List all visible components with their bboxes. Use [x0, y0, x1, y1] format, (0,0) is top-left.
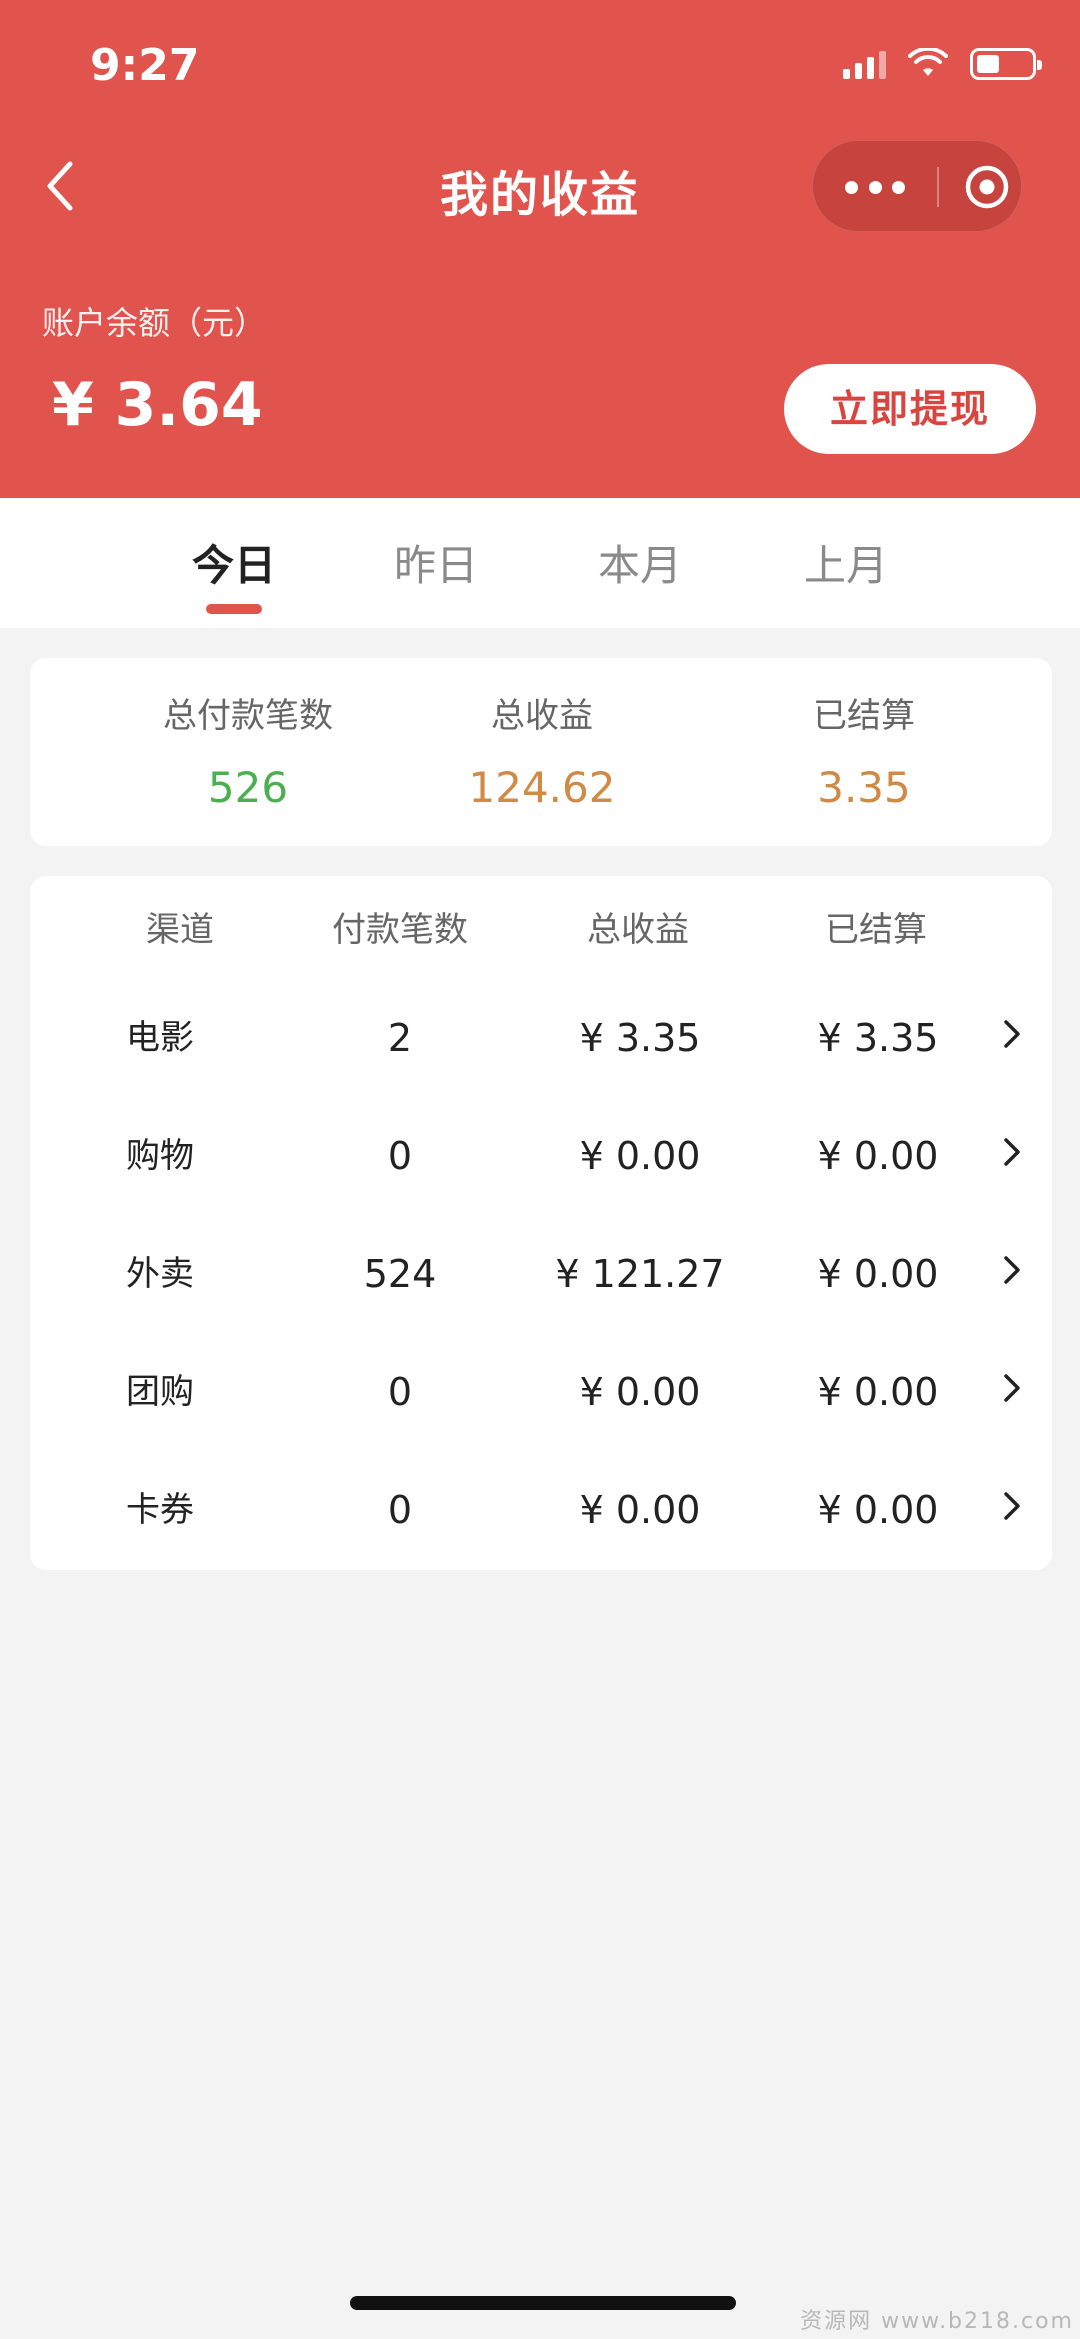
- period-tabs: 今日 昨日 本月 上月: [0, 498, 1080, 628]
- more-icon[interactable]: [845, 167, 905, 207]
- header: 9:27 我的收益 账户余额（元） ¥ 3.64 立即提现: [0, 0, 1080, 498]
- close-target-icon[interactable]: [963, 163, 1011, 211]
- signal-icon: [843, 49, 886, 79]
- wifi-icon: [908, 48, 948, 76]
- row-settled: ¥ 3.35: [817, 1016, 939, 1060]
- withdraw-button[interactable]: 立即提现: [784, 364, 1036, 454]
- table-row[interactable]: 购物 0 ¥ 0.00 ¥ 0.00: [30, 1134, 1052, 1252]
- summary-income-value: 124.62: [468, 763, 616, 812]
- row-income: ¥ 0.00: [579, 1370, 701, 1414]
- chevron-right-icon[interactable]: [1000, 1370, 1024, 1406]
- header-income: 总收益: [587, 910, 689, 950]
- row-payments: 524: [363, 1252, 437, 1296]
- tab-last-month[interactable]: 上月: [776, 532, 916, 593]
- row-payments: 0: [387, 1488, 413, 1532]
- summary-payments: 总付款笔数 526: [98, 688, 398, 812]
- table-row[interactable]: 团购 0 ¥ 0.00 ¥ 0.00: [30, 1370, 1052, 1488]
- row-income: ¥ 0.00: [579, 1488, 701, 1532]
- tab-today[interactable]: 今日: [164, 532, 304, 593]
- chevron-right-icon[interactable]: [1000, 1252, 1024, 1288]
- summary-card: 总付款笔数 526 总收益 124.62 已结算 3.35: [30, 658, 1052, 846]
- status-icons: [843, 48, 1042, 80]
- mini-program-capsule: [812, 140, 1022, 232]
- table-row[interactable]: 卡券 0 ¥ 0.00 ¥ 0.00: [30, 1488, 1052, 1606]
- summary-income: 总收益 124.62: [392, 688, 692, 812]
- tab-this-month[interactable]: 本月: [570, 532, 710, 593]
- header-settled: 已结算: [825, 910, 927, 950]
- row-payments: 2: [387, 1016, 413, 1060]
- chevron-right-icon[interactable]: [1000, 1016, 1024, 1052]
- table-row[interactable]: 外卖 524 ¥ 121.27 ¥ 0.00: [30, 1252, 1052, 1370]
- row-income: ¥ 3.35: [579, 1016, 701, 1060]
- row-settled: ¥ 0.00: [817, 1134, 939, 1178]
- balance-label: 账户余额（元）: [42, 304, 267, 342]
- active-tab-indicator: [206, 604, 262, 614]
- summary-income-label: 总收益: [491, 696, 593, 736]
- table-row[interactable]: 电影 2 ¥ 3.35 ¥ 3.35: [30, 1016, 1052, 1134]
- channel-table: 渠道 付款笔数 总收益 已结算 电影 2 ¥ 3.35 ¥ 3.35 购物 0 …: [30, 876, 1052, 1570]
- battery-icon: [970, 48, 1042, 80]
- header-payments: 付款笔数: [332, 910, 468, 950]
- chevron-right-icon[interactable]: [1000, 1134, 1024, 1170]
- summary-settled: 已结算 3.35: [714, 688, 1014, 812]
- balance-value: ¥ 3.64: [52, 370, 263, 440]
- earnings-page: 9:27 我的收益 账户余额（元） ¥ 3.64 立即提现 今日 昨日 本月 上…: [0, 0, 1080, 2339]
- summary-payments-value: 526: [207, 763, 289, 812]
- status-time: 9:27: [90, 40, 200, 91]
- home-indicator[interactable]: [350, 2296, 736, 2310]
- row-settled: ¥ 0.00: [817, 1252, 939, 1296]
- header-channel: 渠道: [146, 910, 214, 950]
- row-income: ¥ 0.00: [579, 1134, 701, 1178]
- row-payments: 0: [387, 1134, 413, 1178]
- row-settled: ¥ 0.00: [817, 1370, 939, 1414]
- tab-yesterday[interactable]: 昨日: [366, 532, 506, 593]
- chevron-right-icon[interactable]: [1000, 1488, 1024, 1524]
- summary-payments-label: 总付款笔数: [163, 696, 333, 736]
- watermark: 资源网 www.b218.com: [800, 2309, 1074, 2334]
- capsule-divider: [937, 167, 939, 207]
- summary-settled-label: 已结算: [813, 696, 915, 736]
- summary-settled-value: 3.35: [817, 763, 911, 812]
- row-payments: 0: [387, 1370, 413, 1414]
- row-income: ¥ 121.27: [555, 1252, 725, 1296]
- row-settled: ¥ 0.00: [817, 1488, 939, 1532]
